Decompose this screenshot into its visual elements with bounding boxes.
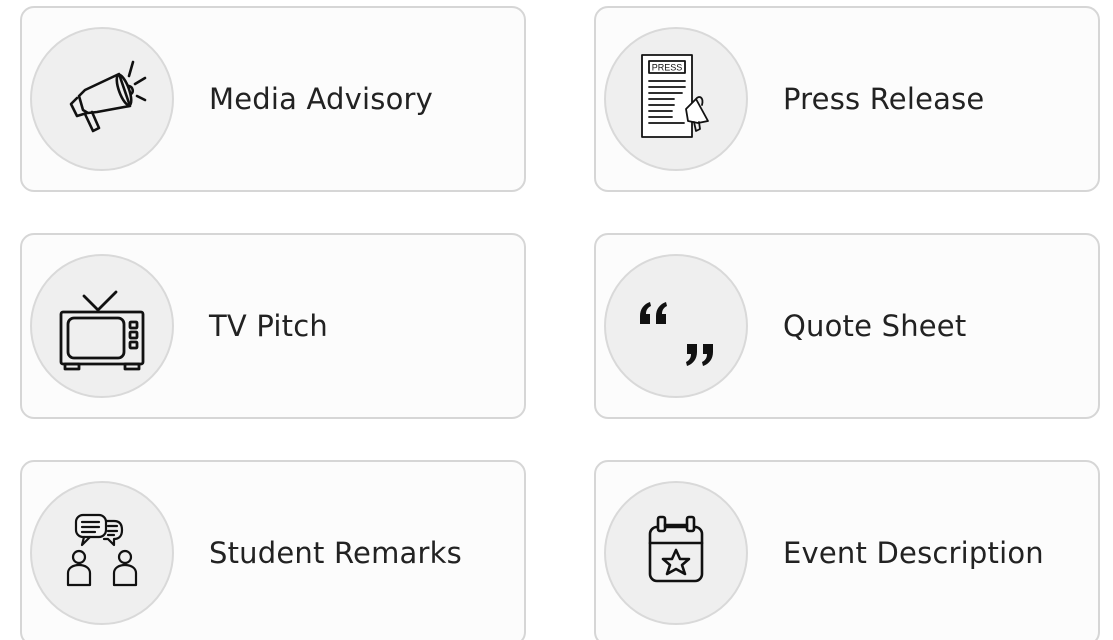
icon-circle	[30, 27, 174, 171]
press-release-icon: PRESS	[641, 54, 709, 138]
media-advisory-card[interactable]: Media Advisory	[20, 6, 526, 192]
press-icon-text: PRESS	[652, 63, 683, 73]
card-label: Media Advisory	[209, 82, 434, 116]
quote-marks-icon	[640, 302, 713, 366]
megaphone-icon	[69, 60, 147, 133]
card-label: Student Remarks	[209, 536, 462, 570]
tv-pitch-card[interactable]: TV Pitch	[20, 233, 526, 419]
icon-circle	[30, 254, 174, 398]
card-label: Press Release	[783, 82, 985, 116]
card-label: Event Description	[783, 536, 1044, 570]
event-description-card[interactable]: Event Description	[594, 460, 1100, 640]
calendar-star-icon	[648, 515, 704, 583]
press-release-card[interactable]: PRESS Press Release	[594, 6, 1100, 192]
icon-circle	[604, 254, 748, 398]
quote-sheet-card[interactable]: Quote Sheet	[594, 233, 1100, 419]
card-label: TV Pitch	[209, 309, 328, 343]
card-label: Quote Sheet	[783, 309, 967, 343]
icon-circle	[30, 481, 174, 625]
student-remarks-card[interactable]: Student Remarks	[20, 460, 526, 640]
conversation-icon	[66, 513, 138, 587]
document-type-grid: Media Advisory PRESS Press Release TV Pi…	[0, 0, 1113, 640]
icon-circle	[604, 481, 748, 625]
television-icon	[59, 290, 145, 371]
icon-circle: PRESS	[604, 27, 748, 171]
